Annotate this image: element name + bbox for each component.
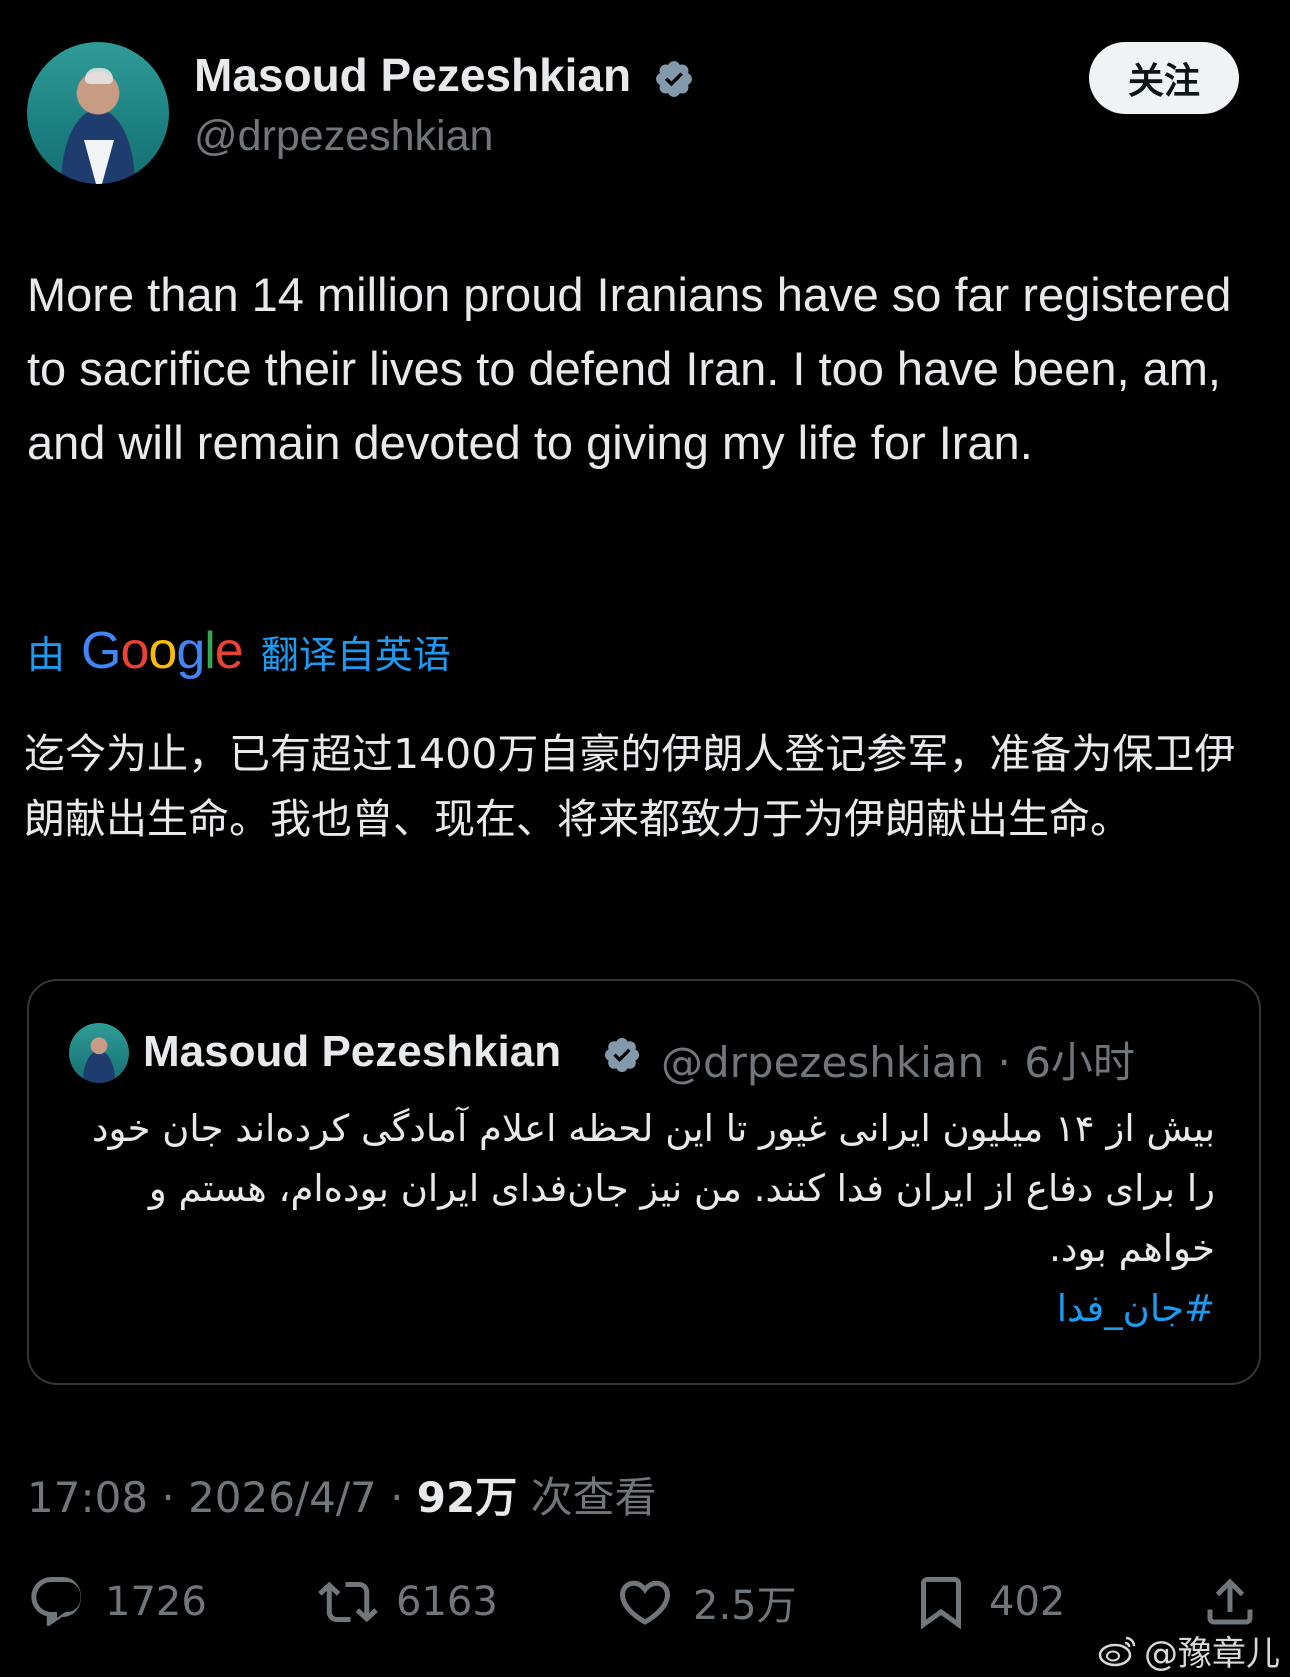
bookmark-count: 402 [989, 1579, 1066, 1625]
google-logo-letter: o [120, 622, 149, 680]
translated-by-google-link[interactable]: 由 Google 翻译自英语 [27, 618, 451, 684]
retweet-count: 6163 [396, 1579, 498, 1625]
reply-count: 1726 [105, 1579, 207, 1625]
google-logo-letter: l [204, 622, 216, 680]
action-bar: 1726 6163 2.5万 402 [0, 1566, 1290, 1638]
retweet-button[interactable]: 6163 [318, 1566, 498, 1638]
quoted-hashtag-link[interactable]: #جان_فدا [85, 1279, 1215, 1339]
verified-badge-icon [656, 61, 692, 97]
quoted-handle-time: @drpezeshkian · 6小时 [661, 1038, 1135, 1087]
share-icon [1207, 1578, 1253, 1625]
author-handle[interactable]: @drpezeshkian [194, 112, 493, 161]
author-avatar[interactable] [27, 42, 169, 184]
view-count: 92万 [416, 1473, 518, 1522]
quoted-tweet-text: بیش از ۱۴ میلیون ایرانی غیور تا این لحظه… [85, 1099, 1215, 1339]
google-logo-letter: o [148, 622, 177, 680]
google-logo-letter: e [214, 622, 244, 680]
follow-button[interactable]: 关注 [1089, 42, 1239, 114]
weibo-watermark: @豫章儿 [1098, 1626, 1280, 1675]
like-count: 2.5万 [693, 1583, 797, 1629]
tweet-text: More than 14 million proud Iranians have… [27, 268, 1232, 469]
quoted-tweet-body: بیش از ۱۴ میلیون ایرانی غیور تا این لحظه… [91, 1107, 1215, 1270]
quoted-author-avatar [69, 1023, 129, 1083]
bookmark-button[interactable]: 402 [911, 1566, 1065, 1638]
tweet-timestamp[interactable]: 17:08 · 2026/4/7 · [27, 1473, 417, 1522]
reply-button[interactable]: 1726 [27, 1566, 207, 1638]
weibo-icon [1098, 1636, 1136, 1666]
tweet-meta: 17:08 · 2026/4/7 · 92万 次查看 [27, 1464, 657, 1525]
translated-by-prefix: 由 [27, 632, 66, 677]
quoted-tweet-card[interactable]: Masoud Pezeshkian @drpezeshkian · 6小时 بی… [27, 979, 1261, 1385]
translated-text: 迄今为止，已有超过1400万自豪的伊朗人登记参军，准备为保卫伊朗献出生命。我也曾… [24, 730, 1236, 843]
quoted-author-name: Masoud Pezeshkian [143, 1027, 562, 1076]
google-logo-letter: G [81, 622, 121, 680]
author-name[interactable]: Masoud Pezeshkian [194, 48, 631, 102]
heart-icon [619, 1580, 671, 1625]
like-button[interactable]: 2.5万 [615, 1566, 797, 1638]
reply-icon [31, 1577, 82, 1626]
google-logo-letter: g [176, 622, 205, 680]
watermark-text: @豫章儿 [1144, 1634, 1280, 1674]
view-label: 次查看 [517, 1473, 657, 1522]
retweet-icon [318, 1581, 378, 1623]
verified-badge-icon [604, 1037, 640, 1073]
translated-by-suffix: 翻译自英语 [260, 632, 451, 677]
google-logo: Google [81, 621, 244, 681]
bookmark-icon [921, 1577, 961, 1630]
